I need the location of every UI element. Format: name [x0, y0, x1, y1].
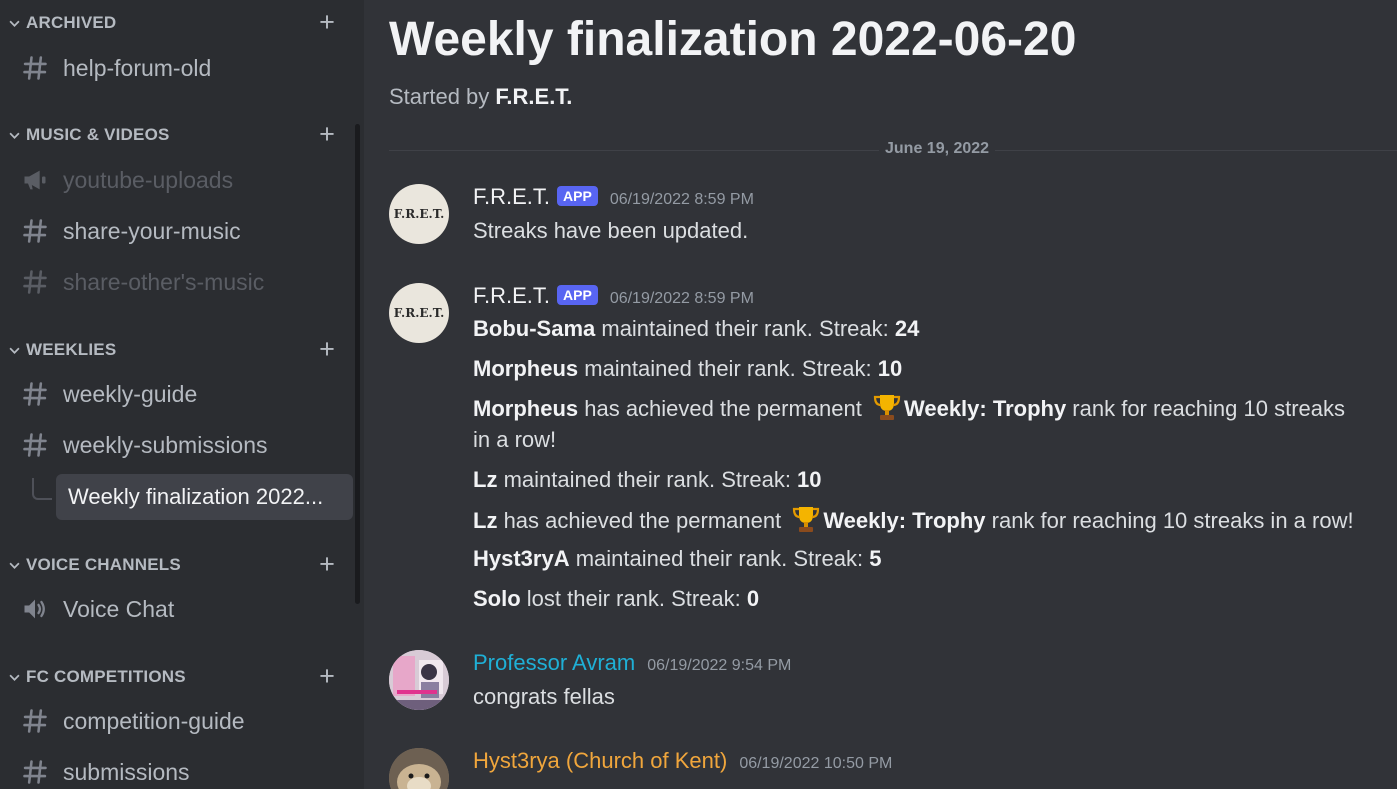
thread-label: Weekly finalization 2022...: [68, 484, 324, 509]
channel-weekly-guide[interactable]: weekly-guide: [18, 372, 352, 416]
message-header: Professor Avram 06/19/2022 9:54 PM: [473, 650, 791, 676]
category-fc-competitions[interactable]: FC COMPETITIONS +: [8, 663, 338, 690]
megaphone-icon: [18, 163, 52, 197]
message-header: Hyst3rya (Church of Kent) 06/19/2022 10:…: [473, 748, 892, 774]
message-author[interactable]: F.R.E.T.: [473, 184, 550, 210]
create-channel-plus-icon[interactable]: +: [316, 551, 338, 578]
category-voice-channels[interactable]: VOICE CHANNELS +: [8, 551, 338, 578]
channel-label: weekly-submissions: [63, 431, 268, 458]
achievement-line-wrap: in a row!: [473, 427, 557, 452]
chevron-down-icon: [8, 344, 20, 356]
channel-submissions[interactable]: submissions: [18, 750, 352, 789]
speaker-icon: [18, 592, 52, 626]
hashtag-icon: [18, 265, 52, 299]
chevron-down-icon: [8, 671, 20, 683]
create-channel-plus-icon[interactable]: +: [316, 121, 338, 148]
started-by-author[interactable]: F.R.E.T.: [495, 84, 572, 109]
streak-line: Hyst3ryA maintained their rank. Streak: …: [473, 546, 882, 571]
chevron-down-icon: [8, 559, 20, 571]
avatar[interactable]: [389, 748, 449, 789]
channel-help-forum-old[interactable]: help-forum-old: [18, 46, 352, 90]
started-by-prefix: Started by: [389, 84, 490, 109]
avatar[interactable]: F.R.E.T.: [389, 184, 449, 244]
streak-line: Morpheus maintained their rank. Streak: …: [473, 356, 903, 381]
channel-voice-chat[interactable]: Voice Chat: [18, 587, 352, 631]
message-author[interactable]: Hyst3rya (Church of Kent): [473, 748, 727, 774]
message-timestamp: 06/19/2022 8:59 PM: [609, 290, 754, 307]
hashtag-icon: [18, 704, 52, 738]
channel-label: share-other's-music: [63, 268, 265, 295]
message-timestamp: 06/19/2022 9:54 PM: [647, 657, 792, 674]
chevron-down-icon: [8, 129, 20, 141]
channel-label: help-forum-old: [63, 54, 212, 81]
thread-weekly-finalization[interactable]: Weekly finalization 2022...: [56, 474, 353, 520]
channel-label: competition-guide: [63, 707, 245, 734]
streak-line: Lz maintained their rank. Streak: 10: [473, 467, 822, 492]
streak-line: Bobu-Sama maintained their rank. Streak:…: [473, 316, 920, 341]
category-archived[interactable]: ARCHIVED +: [8, 9, 338, 36]
category-label: ARCHIVED: [26, 13, 117, 32]
category-music-videos[interactable]: MUSIC & VIDEOS +: [8, 121, 338, 148]
category-label: WEEKLIES: [26, 340, 117, 359]
trophy-icon: [793, 507, 820, 532]
hashtag-icon: [18, 428, 52, 462]
channel-label: youtube-uploads: [63, 166, 234, 193]
channel-label: Voice Chat: [63, 595, 175, 622]
hashtag-icon: [18, 214, 52, 248]
create-channel-plus-icon[interactable]: +: [316, 663, 338, 690]
channel-sidebar: ARCHIVED + help-forum-old MUSIC & VIDEOS…: [0, 0, 364, 789]
thread-started-by: Started by F.R.E.T.: [389, 84, 572, 110]
streak-line: Solo lost their rank. Streak: 0: [473, 586, 760, 611]
achievement-line: Morpheus has achieved the permanent Week…: [473, 392, 1345, 425]
message-text: congrats fellas: [473, 684, 615, 709]
sidebar-scrollbar[interactable]: [355, 124, 360, 604]
channel-label: share-your-music: [63, 217, 241, 244]
category-weeklies[interactable]: WEEKLIES +: [8, 336, 338, 363]
hashtag-icon: [18, 377, 52, 411]
hamster-avatar-icon: [389, 748, 449, 789]
category-label: FC COMPETITIONS: [26, 667, 186, 686]
message-timestamp: 06/19/2022 10:50 PM: [739, 755, 893, 772]
avatar[interactable]: [389, 650, 449, 710]
category-label: VOICE CHANNELS: [26, 555, 181, 574]
category-label: MUSIC & VIDEOS: [26, 125, 170, 144]
channel-share-others-music[interactable]: share-other's-music: [18, 260, 352, 304]
message-author[interactable]: Professor Avram: [473, 650, 635, 676]
app-badge: APP: [557, 285, 598, 305]
trophy-icon: [873, 395, 901, 420]
channel-youtube-uploads[interactable]: youtube-uploads: [18, 158, 352, 202]
channel-label: weekly-guide: [63, 380, 198, 407]
message-author[interactable]: F.R.E.T.: [473, 283, 550, 309]
thread-view: Weekly finalization 2022-06-20 Started b…: [364, 0, 1397, 789]
avatar[interactable]: F.R.E.T.: [389, 283, 449, 343]
hashtag-icon: [18, 755, 52, 789]
message-timestamp: 06/19/2022 8:59 PM: [609, 191, 754, 208]
app-badge: APP: [557, 186, 598, 206]
channel-weekly-submissions[interactable]: weekly-submissions: [18, 423, 352, 467]
thread-connector: [32, 478, 52, 500]
create-channel-plus-icon[interactable]: +: [316, 336, 338, 363]
date-divider: June 19, 2022: [389, 140, 1397, 158]
message-text: Streaks have been updated.: [473, 218, 749, 243]
message-header: F.R.E.T. APP 06/19/2022 8:59 PM: [473, 184, 754, 210]
chevron-down-icon: [8, 17, 20, 29]
message-header: F.R.E.T. APP 06/19/2022 8:59 PM: [473, 283, 754, 309]
channel-competition-guide[interactable]: competition-guide: [18, 699, 352, 743]
anime-avatar-icon: [389, 650, 449, 710]
date-divider-label: June 19, 2022: [879, 140, 996, 158]
achievement-line: Lz has achieved the permanent Weekly: Tr…: [473, 504, 1354, 537]
channel-label: submissions: [63, 758, 190, 785]
create-channel-plus-icon[interactable]: +: [316, 9, 338, 36]
thread-title: Weekly finalization 2022-06-20: [389, 13, 1077, 66]
channel-share-your-music[interactable]: share-your-music: [18, 209, 352, 253]
hashtag-icon: [18, 51, 52, 85]
